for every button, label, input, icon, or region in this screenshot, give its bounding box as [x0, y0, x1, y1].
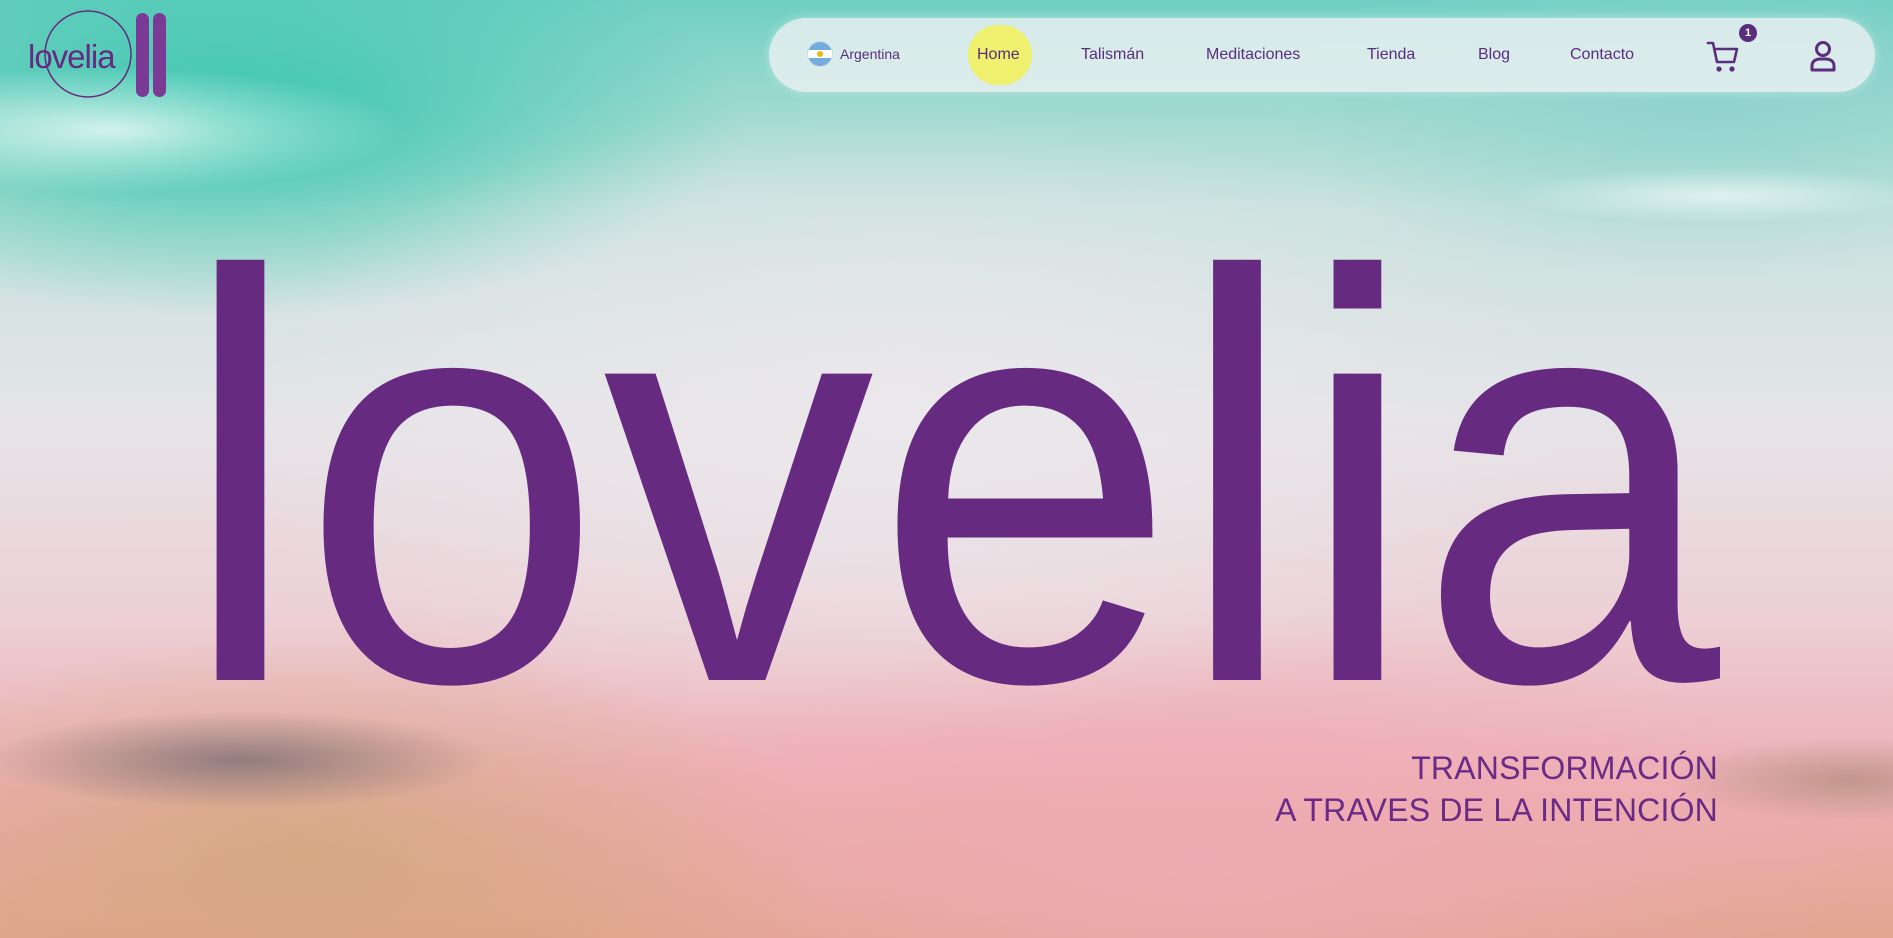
country-selector[interactable]: Argentina — [808, 40, 900, 68]
nav-item-talisman[interactable]: Talismán — [1081, 18, 1144, 92]
site-logo[interactable]: lovelia — [28, 10, 178, 100]
logo-mark: lovelia — [28, 10, 166, 98]
country-label: Argentina — [840, 46, 900, 62]
nav-item-tienda[interactable]: Tienda — [1367, 18, 1415, 92]
cart-icon — [1706, 41, 1739, 72]
hero-title: lovelia — [180, 155, 1723, 710]
nav-item-contacto[interactable]: Contacto — [1570, 18, 1634, 92]
nav-item-meditaciones[interactable]: Meditaciones — [1206, 18, 1300, 92]
tagline-line-1: TRANSFORMACIÓN — [1411, 750, 1718, 786]
argentina-flag-icon — [808, 42, 832, 66]
user-icon — [1810, 41, 1836, 72]
tagline-line-2: A TRAVES DE LA INTENCIÓN — [1275, 792, 1718, 828]
nav-item-blog[interactable]: Blog — [1478, 18, 1510, 92]
account-button[interactable] — [1808, 39, 1838, 73]
hero-wordmark: lovelia — [180, 155, 1723, 710]
hero-tagline: TRANSFORMACIÓN A TRAVES DE LA INTENCIÓN — [1275, 747, 1718, 831]
cart-count-badge: 1 — [1739, 24, 1757, 42]
cart-button[interactable] — [1705, 38, 1741, 74]
nav-item-home[interactable]: Home — [977, 18, 1020, 92]
logo-text: lovelia — [28, 38, 116, 75]
